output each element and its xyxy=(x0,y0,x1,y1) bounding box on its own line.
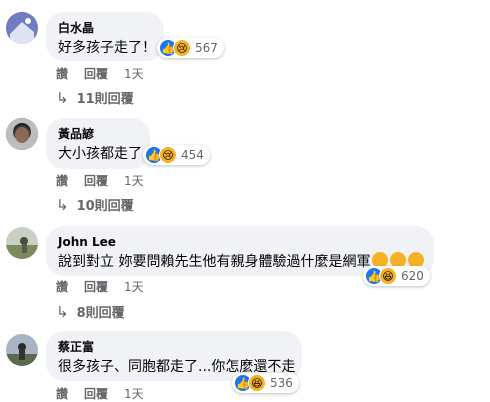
replies-label[interactable]: 11則回覆 xyxy=(77,88,134,107)
sad-reaction-icon: 😢 xyxy=(173,39,191,57)
reaction-count: 620 xyxy=(401,269,424,283)
view-replies[interactable]: ↳ 11則回覆 xyxy=(56,88,134,108)
timestamp[interactable]: 1天 xyxy=(124,172,144,189)
avatar-image xyxy=(6,118,38,150)
like-button[interactable]: 讚 xyxy=(56,278,68,295)
avatar-image xyxy=(6,12,38,44)
replies-label[interactable]: 10則回覆 xyxy=(77,195,134,214)
reply-button[interactable]: 回覆 xyxy=(84,172,108,189)
replies-label[interactable]: 8則回覆 xyxy=(77,302,125,321)
avatar[interactable] xyxy=(6,227,38,259)
like-button[interactable]: 讚 xyxy=(56,385,68,402)
timestamp[interactable]: 1天 xyxy=(124,385,144,402)
like-button[interactable]: 讚 xyxy=(56,172,68,189)
comment-actions: 讚 回覆 1天 xyxy=(56,278,144,295)
avatar[interactable] xyxy=(6,12,38,44)
avatar-image xyxy=(6,334,38,366)
avatar[interactable] xyxy=(6,118,38,150)
comment-author[interactable]: John Lee xyxy=(58,234,422,250)
sad-reaction-icon: 😢 xyxy=(159,146,177,164)
reaction-summary[interactable]: 👍 😢 567 xyxy=(157,38,224,58)
timestamp[interactable]: 1天 xyxy=(124,278,144,295)
reply-arrow-icon: ↳ xyxy=(56,302,69,321)
reply-arrow-icon: ↳ xyxy=(56,88,69,107)
comment-author[interactable]: 白水晶 xyxy=(58,20,152,36)
reply-button[interactable]: 回覆 xyxy=(84,385,108,402)
reaction-count: 454 xyxy=(181,148,204,162)
reply-arrow-icon: ↳ xyxy=(56,195,69,214)
comment-actions: 讚 回覆 1天 xyxy=(56,65,144,82)
comment-actions: 讚 回覆 1天 xyxy=(56,385,144,402)
view-replies[interactable]: ↳ 8則回覆 xyxy=(56,302,125,322)
reaction-summary[interactable]: 👍 😆 536 xyxy=(232,373,299,393)
comment-text-content: 說到對立 妳要問賴先生他有親身體驗過什麼是網軍 xyxy=(58,254,371,270)
comment-author[interactable]: 黃品諺 xyxy=(58,126,138,142)
timestamp[interactable]: 1天 xyxy=(124,65,144,82)
reply-button[interactable]: 回覆 xyxy=(84,65,108,82)
reaction-count: 567 xyxy=(195,41,218,55)
view-replies[interactable]: ↳ 10則回覆 xyxy=(56,195,134,215)
haha-reaction-icon: 😆 xyxy=(248,374,266,392)
comment-text: 好多孩子走了！ xyxy=(58,40,156,56)
comment-actions: 讚 回覆 1天 xyxy=(56,172,144,189)
avatar-image xyxy=(6,227,38,259)
comment-text: 大小孩都走了 xyxy=(58,146,142,162)
reply-button[interactable]: 回覆 xyxy=(84,278,108,295)
comment-bubble: 白水晶 好多孩子走了！ xyxy=(46,12,164,61)
comment-author[interactable]: 蔡正富 xyxy=(58,339,290,355)
reaction-summary[interactable]: 👍 😆 620 xyxy=(363,266,430,286)
comment-bubble: 黃品諺 大小孩都走了 xyxy=(46,118,150,169)
reaction-count: 536 xyxy=(270,376,293,390)
avatar[interactable] xyxy=(6,334,38,366)
like-button[interactable]: 讚 xyxy=(56,65,68,82)
haha-reaction-icon: 😆 xyxy=(379,267,397,285)
reaction-summary[interactable]: 👍 😢 454 xyxy=(143,145,210,165)
